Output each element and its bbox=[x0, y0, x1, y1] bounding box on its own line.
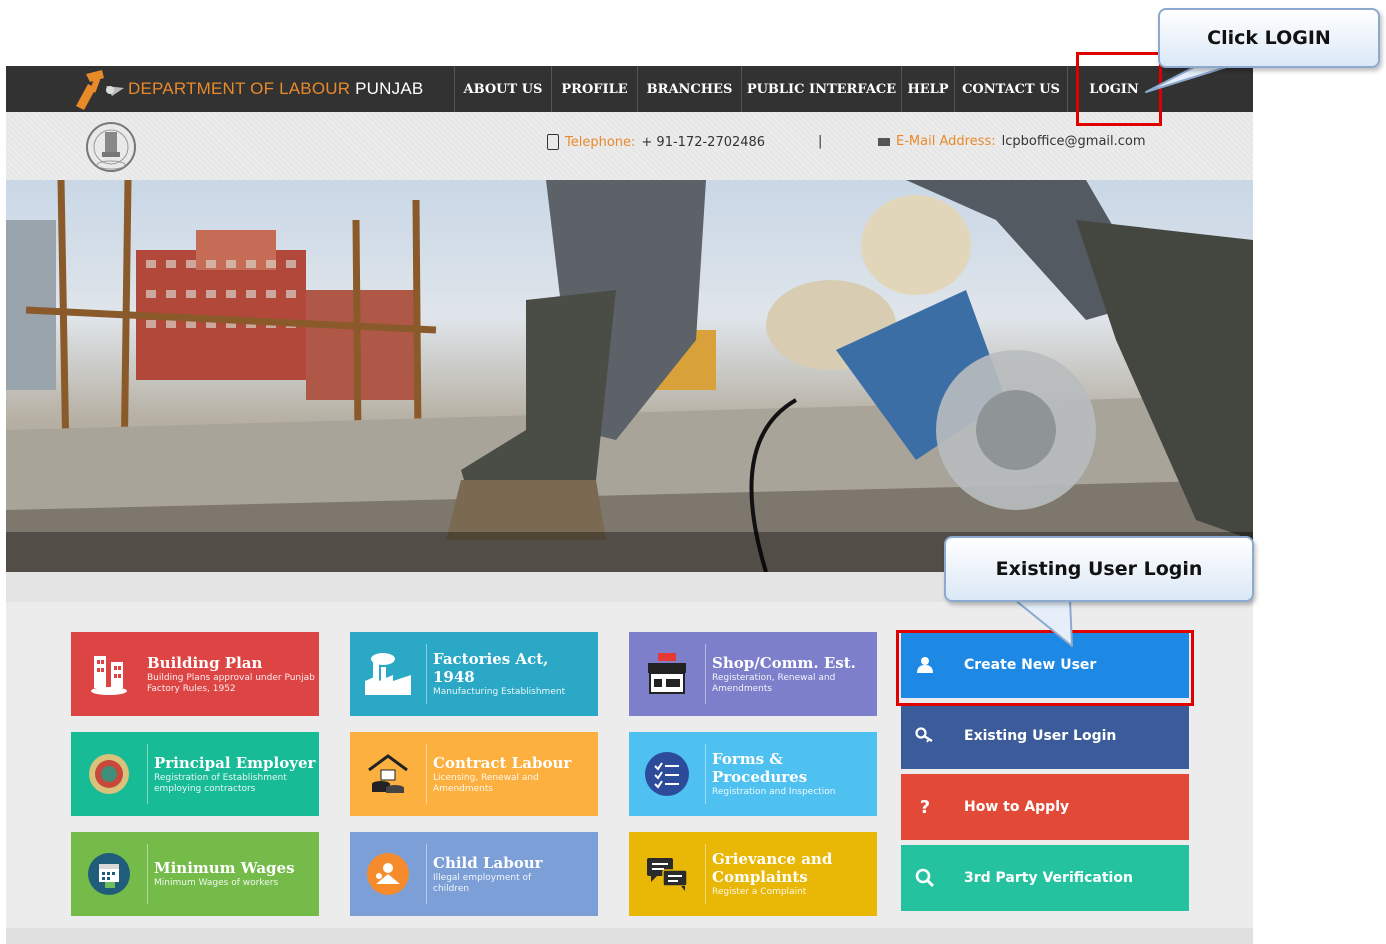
tile-divider bbox=[147, 744, 148, 804]
email-label: E-Mail Address: bbox=[896, 134, 996, 149]
tile-title: Minimum Wages bbox=[154, 859, 295, 877]
tile-title: Grievance and Complaints bbox=[712, 850, 833, 886]
create-user-highlight-box bbox=[896, 630, 1194, 706]
tile-title: Factories Act, 1948 bbox=[433, 650, 549, 686]
emblem-icon bbox=[71, 732, 147, 816]
third-party-verification-button[interactable]: 3rd Party Verification bbox=[901, 845, 1189, 911]
button-label: Existing User Login bbox=[964, 728, 1117, 744]
top-navbar: DEPARTMENT OF LABOUR PUNJAB ABOUT US PRO… bbox=[6, 66, 1253, 112]
tile-principal-employer[interactable]: Principal Employer Registration of Estab… bbox=[71, 732, 319, 816]
existing-user-login-button[interactable]: Existing User Login bbox=[901, 703, 1189, 769]
construction-worker-photo bbox=[6, 180, 1253, 572]
callout-existing-user-login: Existing User Login bbox=[944, 536, 1254, 602]
nav-contact-us[interactable]: CONTACT US bbox=[954, 66, 1067, 112]
how-to-apply-button[interactable]: ? How to Apply bbox=[901, 774, 1189, 840]
tile-subtitle: Register a Complaint bbox=[712, 887, 807, 897]
tile-divider bbox=[426, 644, 427, 704]
contact-strip: Telephone: + 91-172-2702486 | E-Mail Add… bbox=[6, 112, 1253, 180]
phone-icon bbox=[547, 134, 559, 150]
brand-title: DEPARTMENT OF LABOUR PUNJAB bbox=[128, 79, 423, 99]
tile-subtitle: Manufacturing Establishment bbox=[433, 687, 566, 697]
phone-contact: Telephone: + 91-172-2702486 bbox=[547, 134, 765, 150]
button-label: 3rd Party Verification bbox=[964, 870, 1133, 886]
tile-title: Child Labour bbox=[433, 853, 543, 872]
brand-name-primary: DEPARTMENT OF LABOUR bbox=[128, 79, 351, 98]
tile-text: Grievance and Complaints Register a Comp… bbox=[712, 850, 842, 898]
tile-shop-comm-est[interactable]: Shop/Comm. Est. Registeration, Renewal a… bbox=[629, 632, 877, 716]
tile-text: Factories Act, 1948 Manufacturing Establ… bbox=[433, 650, 565, 698]
contact-separator: | bbox=[818, 134, 823, 149]
tile-title: Contract Labour bbox=[433, 753, 572, 772]
tile-text: Minimum Wages Minimum Wages of workers bbox=[154, 859, 295, 889]
email-value[interactable]: lcpboffice@gmail.com bbox=[1002, 134, 1146, 149]
key-icon bbox=[901, 703, 949, 769]
checklist-icon bbox=[629, 732, 705, 816]
tile-divider bbox=[426, 844, 427, 904]
calendar-icon bbox=[71, 832, 147, 916]
tile-text: Child Labour Illegal employment of child… bbox=[433, 854, 553, 895]
tile-subtitle: Registration of Establishment employing … bbox=[154, 772, 287, 794]
hero-banner bbox=[6, 180, 1253, 572]
brand-name-secondary: PUNJAB bbox=[355, 79, 424, 98]
phone-value: + 91-172-2702486 bbox=[641, 134, 766, 150]
tile-text: Contract Labour Licensing, Renewal and A… bbox=[433, 754, 571, 795]
tile-grievance-complaints[interactable]: Grievance and Complaints Register a Comp… bbox=[629, 832, 877, 916]
login-highlight-box bbox=[1076, 52, 1162, 126]
tile-title: Building Plan bbox=[147, 653, 263, 672]
tile-divider bbox=[705, 744, 706, 804]
button-label: How to Apply bbox=[964, 799, 1070, 815]
tile-factories-act[interactable]: Factories Act, 1948 Manufacturing Establ… bbox=[350, 632, 598, 716]
tile-subtitle: Illegal employment of children bbox=[433, 872, 532, 894]
nav-branches[interactable]: BRANCHES bbox=[637, 66, 741, 112]
tile-title: Forms & Procedures bbox=[712, 750, 808, 786]
brand[interactable]: DEPARTMENT OF LABOUR PUNJAB bbox=[66, 66, 423, 112]
tile-subtitle: Registration and Inspection bbox=[712, 787, 836, 797]
nav-help[interactable]: HELP bbox=[901, 66, 954, 112]
tile-subtitle: Minimum Wages of workers bbox=[154, 878, 279, 888]
main-menu: ABOUT US PROFILE BRANCHES PUBLIC INTERFA… bbox=[454, 66, 1161, 112]
phone-label: Telephone: bbox=[565, 134, 636, 150]
tile-title: Principal Employer bbox=[154, 753, 316, 772]
government-emblem-icon bbox=[80, 120, 142, 174]
question-icon: ? bbox=[919, 796, 931, 818]
nav-profile[interactable]: PROFILE bbox=[551, 66, 637, 112]
tile-subtitle: Licensing, Renewal and Amendments bbox=[433, 772, 539, 794]
house-coins-icon bbox=[350, 732, 426, 816]
shop-icon bbox=[629, 632, 705, 716]
callout-click-login: Click LOGIN bbox=[1158, 8, 1380, 68]
envelope-icon bbox=[878, 137, 890, 146]
tile-text: Forms & Procedures Registration and Insp… bbox=[712, 750, 835, 798]
tile-divider bbox=[705, 844, 706, 904]
nav-about-us[interactable]: ABOUT US bbox=[454, 66, 551, 112]
tile-subtitle: Registeration, Renewal and Amendments bbox=[712, 672, 836, 694]
child-icon bbox=[350, 832, 426, 916]
tile-text: Building Plan Building Plans approval un… bbox=[147, 654, 319, 695]
tile-title: Shop/Comm. Est. bbox=[712, 653, 856, 672]
search-icon bbox=[901, 845, 949, 911]
tile-divider bbox=[426, 744, 427, 804]
tile-text: Principal Employer Registration of Estab… bbox=[154, 754, 315, 795]
worker-logo-icon bbox=[66, 66, 128, 112]
tile-subtitle: Building Plans approval under Punjab Fac… bbox=[147, 672, 315, 694]
tile-contract-labour[interactable]: Contract Labour Licensing, Renewal and A… bbox=[350, 732, 598, 816]
tile-child-labour[interactable]: Child Labour Illegal employment of child… bbox=[350, 832, 598, 916]
chat-icon bbox=[629, 832, 705, 916]
tile-text: Shop/Comm. Est. Registeration, Renewal a… bbox=[712, 654, 856, 695]
site-container: DEPARTMENT OF LABOUR PUNJAB ABOUT US PRO… bbox=[6, 66, 1253, 944]
tile-building-plan[interactable]: Building Plan Building Plans approval un… bbox=[71, 632, 319, 716]
tile-divider bbox=[147, 844, 148, 904]
tile-forms-procedures[interactable]: Forms & Procedures Registration and Insp… bbox=[629, 732, 877, 816]
tile-divider bbox=[705, 644, 706, 704]
footer-band bbox=[6, 928, 1253, 944]
nav-public-interface[interactable]: PUBLIC INTERFACE bbox=[741, 66, 901, 112]
email-contact: E-Mail Address: lcpboffice@gmail.com bbox=[878, 134, 1146, 149]
building-icon bbox=[71, 632, 147, 716]
factory-icon bbox=[350, 632, 426, 716]
tile-minimum-wages[interactable]: Minimum Wages Minimum Wages of workers bbox=[71, 832, 319, 916]
